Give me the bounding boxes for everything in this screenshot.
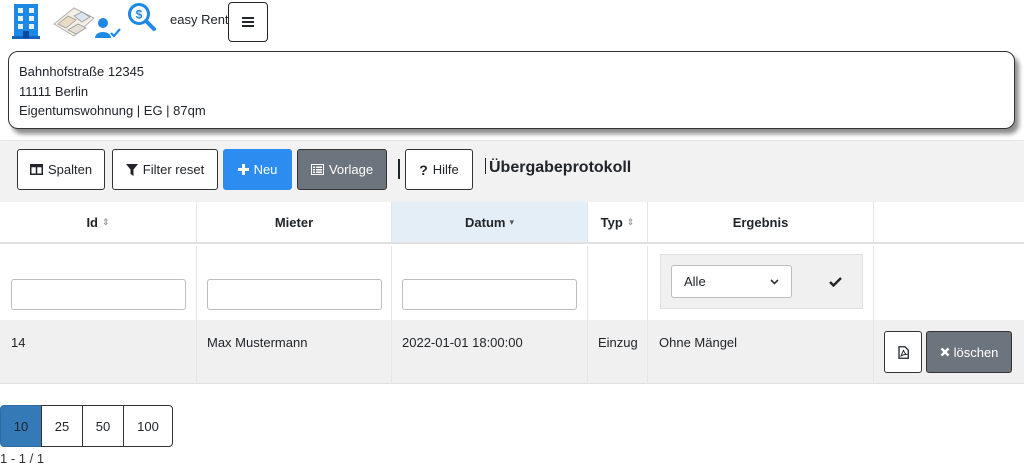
- pagination-info: 1 - 1 / 1: [0, 451, 45, 466]
- delete-button[interactable]: löschen: [926, 331, 1012, 373]
- table-toolbar: Spalten Filter reset Neu Vorlage ? Hilfe…: [0, 140, 1024, 202]
- datum-filter-input[interactable]: [402, 279, 577, 310]
- cell-id: 14: [11, 335, 26, 350]
- column-header-ergebnis-label: Ergebnis: [732, 214, 789, 230]
- filter-reset-label: Filter reset: [142, 162, 205, 177]
- cell-datum: 2022-01-01 18:00:00: [402, 335, 523, 350]
- columns-label: Spalten: [47, 162, 93, 177]
- filter-row: [0, 246, 1024, 322]
- template-button[interactable]: Vorlage: [297, 149, 387, 190]
- mieter-filter-input[interactable]: [207, 279, 382, 310]
- sort-icon: ⇕: [102, 216, 110, 227]
- cell-divider: [391, 320, 392, 384]
- filter-icon: [125, 163, 138, 176]
- list-alt-icon: [310, 164, 324, 175]
- filter-cell-id: [0, 246, 197, 322]
- column-header-mieter-label: Mieter: [274, 214, 314, 230]
- person-check-icon[interactable]: [94, 16, 122, 40]
- column-header-ergebnis[interactable]: Ergebnis: [648, 202, 874, 244]
- filter-cell-mieter: [197, 246, 392, 322]
- page-size-100-button[interactable]: 100: [123, 405, 173, 447]
- sort-icon: ⇕: [626, 216, 635, 227]
- property-details: Eigentumswohnung | EG | 87qm: [19, 103, 206, 118]
- column-header-mieter[interactable]: Mieter: [197, 202, 392, 244]
- id-filter-input[interactable]: [11, 279, 186, 310]
- apply-filter-button[interactable]: [821, 268, 849, 296]
- page-size-50-button[interactable]: 50: [82, 405, 124, 447]
- ergebnis-filter: Alle: [660, 254, 863, 309]
- address-city: 11111 Berlin: [19, 83, 89, 99]
- brand-name[interactable]: easy Rent: [170, 12, 229, 27]
- pdf-button[interactable]: [884, 331, 922, 373]
- cell-divider: [873, 320, 874, 384]
- question-icon: ?: [419, 161, 428, 178]
- floorplan-icon[interactable]: [50, 2, 96, 40]
- help-label: Hilfe: [432, 162, 459, 177]
- column-header-id-label: Id: [86, 214, 98, 230]
- sort-desc-icon: ▾: [509, 216, 514, 227]
- svg-text:$: $: [136, 8, 143, 22]
- cell-divider: [647, 320, 648, 384]
- column-header-datum-label: Datum: [465, 214, 506, 230]
- filter-reset-button[interactable]: Filter reset: [112, 149, 218, 190]
- menu-toggle-button[interactable]: [228, 2, 268, 42]
- building-icon[interactable]: [10, 2, 42, 40]
- table-row[interactable]: 14 Max Mustermann 2022-01-01 18:00:00 Ei…: [0, 320, 1024, 384]
- ergebnis-select-value: Alle: [684, 274, 706, 289]
- address-street: Bahnhofstraße 12345: [19, 64, 145, 79]
- column-header-id[interactable]: Id ⇕: [0, 202, 197, 244]
- hamburger-icon: [242, 17, 254, 27]
- ergebnis-select[interactable]: Alle: [671, 265, 792, 298]
- plus-icon: [237, 164, 249, 175]
- new-button[interactable]: Neu: [223, 149, 292, 190]
- top-bar: $ easy Rent: [0, 0, 1024, 44]
- page-size-25-button[interactable]: 25: [41, 405, 83, 447]
- help-button[interactable]: ? Hilfe: [405, 149, 473, 190]
- column-header-typ-label: Typ: [600, 214, 623, 230]
- column-header-typ[interactable]: Typ ⇕: [588, 202, 648, 244]
- check-icon: [828, 277, 842, 287]
- property-address-card: Bahnhofstraße 12345 11111 Berlin Eigentu…: [8, 51, 1015, 129]
- pdf-file-icon: [897, 345, 909, 359]
- close-icon: [940, 347, 949, 357]
- search-money-icon[interactable]: $: [127, 2, 157, 32]
- new-label: Neu: [253, 162, 278, 177]
- page-size-10-button[interactable]: 10: [0, 405, 42, 447]
- title-separator: [485, 158, 486, 174]
- cell-mieter: Max Mustermann: [207, 335, 308, 350]
- cell-divider: [196, 320, 197, 384]
- toolbar-title-wrap: Übergabeprotokoll: [485, 158, 631, 177]
- column-header-datum[interactable]: Datum ▾: [392, 202, 588, 244]
- toolbar-separator: [398, 159, 400, 179]
- chevron-down-icon: [770, 278, 779, 285]
- columns-icon: [29, 164, 43, 175]
- cell-divider: [587, 320, 588, 384]
- delete-label: löschen: [953, 344, 999, 360]
- template-label: Vorlage: [328, 162, 374, 177]
- page-size-selector: 10 25 50 100: [0, 405, 173, 447]
- column-header-actions: [874, 202, 1024, 244]
- filter-cell-typ: [588, 246, 648, 322]
- page-title: Übergabeprotokoll: [489, 159, 632, 176]
- filter-cell-datum: [392, 246, 588, 322]
- cell-typ: Einzug: [598, 335, 638, 350]
- columns-button[interactable]: Spalten: [17, 149, 105, 190]
- cell-ergebnis: Ohne Mängel: [659, 335, 738, 350]
